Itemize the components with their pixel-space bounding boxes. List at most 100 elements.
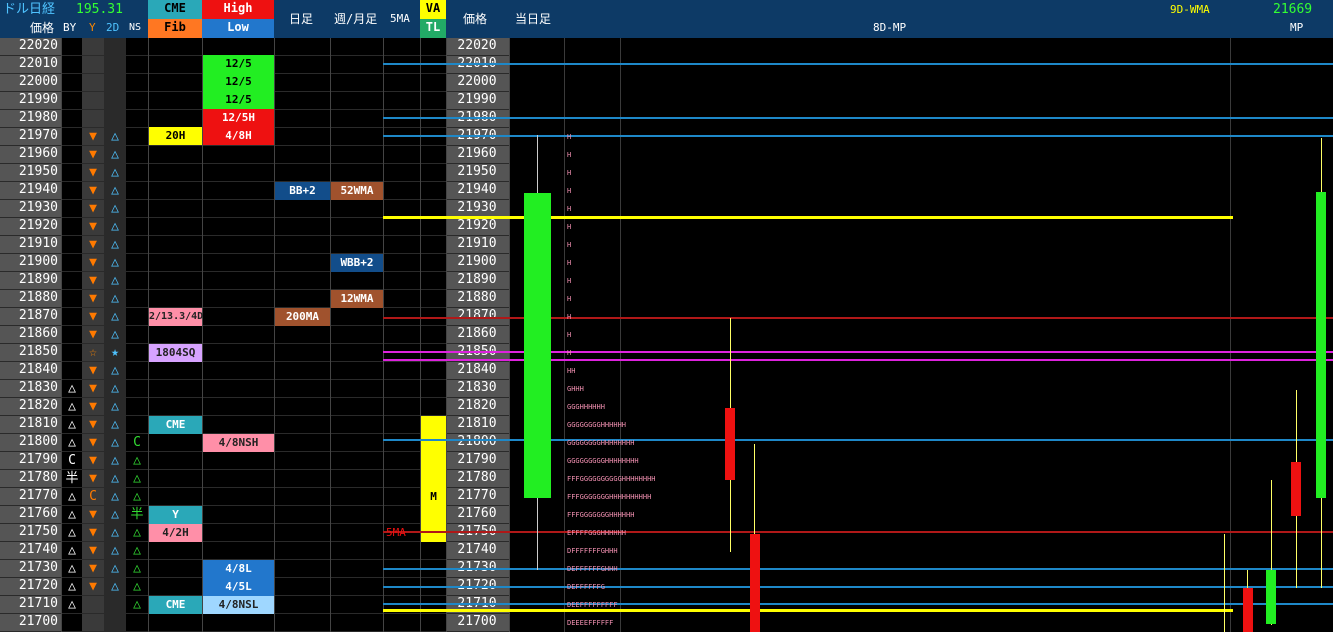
mp-candle-down [750,534,760,632]
9d-wma-header: 9D-WMA [1170,3,1210,16]
tpo-row: DEEEEFFFFFF [567,619,614,627]
bb-plus2-box: BB+2 [275,182,330,200]
d2-signal-mark: △ [111,147,119,162]
col-sep [330,38,331,632]
by-signal-mark: △ [68,435,76,450]
va-header: VA [420,0,446,19]
price-label-right: 22020 [457,38,497,53]
by-signal-mark: △ [68,597,76,612]
row-line [0,253,509,254]
price-label-right: 22000 [457,74,497,89]
d2-signal-mark: △ [111,363,119,378]
tpo-row: H [567,259,572,267]
session-sep [1230,38,1231,632]
price-label-right: 21890 [457,272,497,287]
ns-signal-mark: △ [133,579,141,594]
price-header-2: 価格 [463,12,488,26]
ns-signal-mark: △ [133,471,141,486]
price-label: 21850 [18,344,58,359]
y-signal-mark: ▼ [89,255,97,270]
high-4-8h-box: 4/8H [203,127,274,145]
tpo-row: H [567,187,572,195]
price-label: 21810 [18,416,58,431]
price-header: 価格 [30,21,55,35]
y-signal-mark: ▼ [89,291,97,306]
tpo-row: HH [567,367,576,375]
tpo-row: DEFFFFFFGHHH [567,565,618,573]
price-label-right: 21790 [457,452,497,467]
price-label: 21910 [18,236,58,251]
price-label: 21900 [18,254,58,269]
ns-signal-mark: △ [133,453,141,468]
price-label: 21730 [18,560,58,575]
price-label-right: 21860 [457,326,497,341]
y-signal-mark: ▼ [89,435,97,450]
row-line [0,361,509,362]
price-label: 21790 [18,452,58,467]
level-line-red [383,531,1333,533]
ns-signal-mark: 半 [130,507,144,522]
low-header: Low [202,19,274,38]
tpo-row: GGGGGGGGHHHHHHHH [567,439,635,447]
cme-header: CME [148,0,202,19]
price-label: 22010 [18,56,58,71]
cme-bottom-box: CME [149,596,202,614]
tpo-row: H [567,151,572,159]
tpo-row: GGGHHHHHH [567,403,605,411]
d2-signal-mark: △ [111,309,119,324]
price-label-right: 21760 [457,506,497,521]
ns-signal-mark: △ [133,525,141,540]
ns-header: NS [129,22,142,33]
mp-value: 21669 [1273,2,1313,17]
fx-rate: 195.31 [76,2,123,17]
high-12-5-box: 12/5 [203,91,274,109]
by-signal-mark: △ [68,381,76,396]
high-header: High [202,0,274,19]
4-8l-box: 4/8L [203,560,274,578]
mp-candle-down [1291,462,1301,516]
tpo-row: DFFFFFFFGHHH [567,547,618,555]
d2-signal-mark: △ [111,129,119,144]
y-signal-mark: ▼ [89,543,97,558]
daily-header: 日足 [289,12,314,26]
session-sep [564,38,565,632]
nsh-box: 4/8NSH [203,434,274,452]
price-label: 22020 [18,38,58,53]
cme-20h-box: 20H [149,127,202,145]
ns-signal-mark: △ [133,489,141,504]
mp-label: MP [1290,21,1304,34]
y-signal-mark: ▼ [89,327,97,342]
5ma-header: 5MA [390,12,410,25]
by-signal-mark: △ [68,561,76,576]
by-header: BY [63,21,77,34]
tpo-row: FFFGGGGGGGGGGHHHHHHHH [567,475,656,483]
session-sep [620,38,621,632]
d2-signal-mark: △ [111,183,119,198]
d2-signal-mark: △ [111,525,119,540]
tpo-row: H [567,205,572,213]
d2-signal-mark: △ [111,561,119,576]
row-line [0,163,509,164]
weekly-header: 週/月足 [334,12,378,26]
tpo-row: H [567,169,572,177]
y-box: Y [149,506,202,524]
price-label: 21940 [18,182,58,197]
price-label: 21770 [18,488,58,503]
row-line [0,199,509,200]
y-signal-mark: ☆ [89,345,97,360]
tpo-row: DEFFFFFFG [567,583,605,591]
tpo-row: H [567,331,572,339]
price-label-right: 21800 [457,434,497,449]
y-signal-mark: ▼ [89,129,97,144]
tl-header: TL [420,19,446,38]
by-signal-mark: △ [68,507,76,522]
price-label: 21980 [18,110,58,125]
d2-signal-mark: △ [111,489,119,504]
y-signal-mark: ▼ [89,237,97,252]
y-signal-mark: ▼ [89,201,97,216]
price-label: 21990 [18,92,58,107]
y-signal-mark: ▼ [89,399,97,414]
level-line-yellow [383,216,1233,219]
d2-signal-mark: △ [111,579,119,594]
tpo-row: GGGGGGGGGHHHHHHHH [567,457,639,465]
